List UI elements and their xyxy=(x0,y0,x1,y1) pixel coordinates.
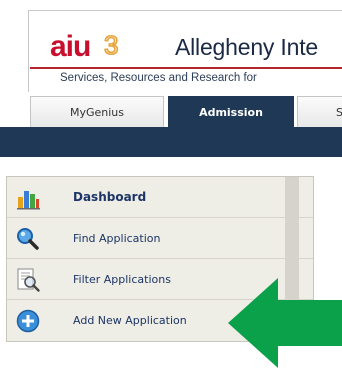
menu-item-find-application[interactable]: Find Application xyxy=(7,218,313,259)
tab-mygenius-label: MyGenius xyxy=(69,105,125,119)
header-divider xyxy=(30,67,342,69)
highlight-arrow-icon xyxy=(228,278,342,368)
magnifier-icon xyxy=(17,228,39,250)
organization-tagline: Services, Resources and Research for xyxy=(60,72,257,84)
tab-next-label: S xyxy=(336,106,342,119)
add-circle-icon xyxy=(16,309,40,333)
organization-name: Allegheny Inte xyxy=(175,34,318,60)
menu-item-find-application-label: Find Application xyxy=(73,231,161,245)
menu-item-handle xyxy=(285,177,299,218)
menu-item-filter-applications-label: Filter Applications xyxy=(73,272,171,286)
tab-admission[interactable]: Admission xyxy=(168,96,294,127)
header-banner: aiu 3 Allegheny Inte Services, Resources… xyxy=(0,0,342,98)
svg-text:3: 3 xyxy=(104,30,118,60)
aiu3-logo[interactable]: aiu 3 xyxy=(50,26,130,66)
menu-item-add-new-application-label: Add New Application xyxy=(73,314,187,327)
tab-bar: MyGenius Admission S xyxy=(0,96,342,127)
dashboard-chart-icon xyxy=(17,191,40,210)
svg-text:aiu: aiu xyxy=(50,30,90,63)
menu-item-dashboard[interactable]: Dashboard xyxy=(7,177,313,218)
tab-admission-label: Admission xyxy=(199,105,263,119)
menu-item-handle xyxy=(285,218,299,259)
menu-item-dashboard-label: Dashboard xyxy=(73,190,147,204)
navigation-bar xyxy=(0,127,342,157)
tab-next[interactable]: S xyxy=(297,96,342,127)
document-search-icon xyxy=(17,268,40,292)
tab-mygenius[interactable]: MyGenius xyxy=(30,96,164,127)
